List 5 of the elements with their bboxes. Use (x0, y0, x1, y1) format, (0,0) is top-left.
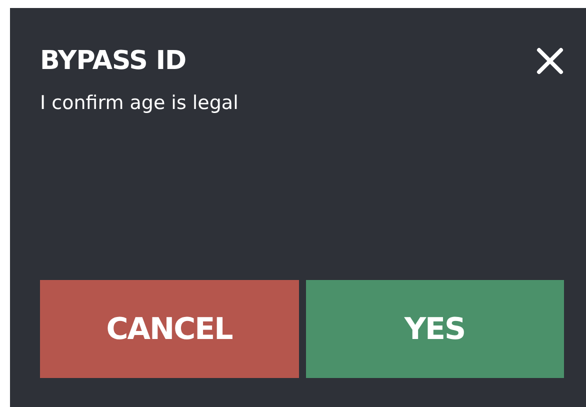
dialog-title: BYPASS ID (40, 46, 186, 76)
dialog-button[interactable]: CANCEL (40, 280, 298, 378)
dialog-message: I confirm age is legal (40, 92, 238, 114)
close-icon[interactable] (536, 47, 564, 75)
dialog-button[interactable]: YES (306, 280, 564, 378)
